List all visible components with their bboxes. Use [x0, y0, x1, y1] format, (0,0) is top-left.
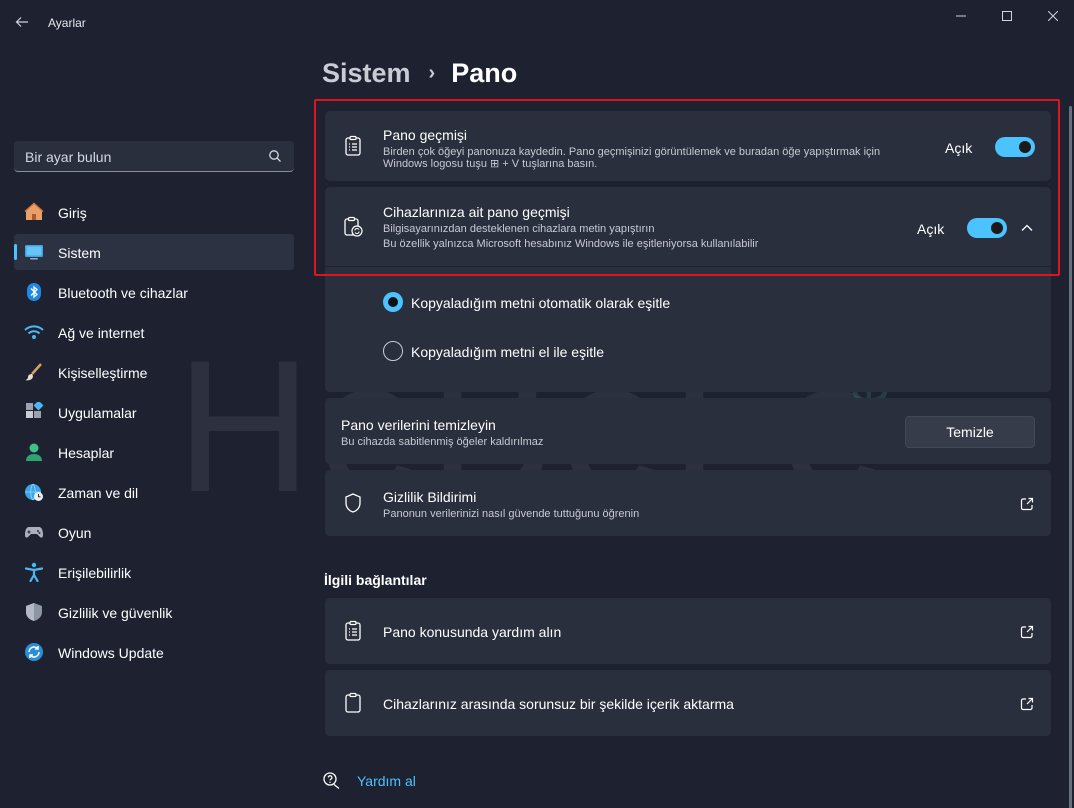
sidebar-item-label: Oyun: [58, 525, 92, 541]
maximize-button[interactable]: [984, 0, 1030, 32]
sidebar-item-label: Bluetooth ve cihazlar: [58, 285, 188, 301]
sidebar-item-apps[interactable]: Uygulamalar: [14, 394, 294, 430]
sidebar-item-label: Hesaplar: [58, 445, 115, 461]
chevron-up-icon[interactable]: [1020, 221, 1034, 235]
sidebar-item-label: Erişilebilirlik: [58, 565, 132, 581]
sidebar-item-privacy[interactable]: Gizlilik ve güvenlik: [14, 594, 294, 630]
clipboard-sync-card: Cihazlarınıza ait pano geçmişi Bilgisaya…: [325, 187, 1051, 392]
radio-auto-sync-label[interactable]: Kopyaladığım metni otomatik olarak eşitl…: [411, 295, 670, 311]
minimize-button[interactable]: [938, 0, 984, 32]
clock-globe-icon: [25, 483, 43, 501]
privacy-statement-card[interactable]: Gizlilik Bildirimi Panonun verilerinizi …: [325, 470, 1051, 536]
clear-button[interactable]: Temizle: [905, 416, 1035, 448]
radio-manual-sync[interactable]: [383, 341, 403, 361]
sidebar-item-label: Windows Update: [58, 645, 164, 661]
sidebar-item-label: Kişiselleştirme: [58, 365, 148, 381]
breadcrumb: Sistem › Pano: [322, 58, 517, 89]
clipboard-sync-title: Cihazlarınıza ait pano geçmişi: [383, 204, 570, 220]
radio-manual-sync-label[interactable]: Kopyaladığım metni el ile eşitle: [411, 344, 604, 360]
toggle-knob: [1019, 141, 1031, 153]
clipboard-list-icon: [345, 135, 361, 156]
sidebar-item-label: Uygulamalar: [58, 405, 137, 421]
clipboard-history-toggle-label: Açık: [945, 140, 973, 156]
search-icon: [269, 150, 281, 162]
clipboard-history-toggle[interactable]: [995, 137, 1035, 157]
privacy-statement-title: Gizlilik Bildirimi: [383, 489, 477, 505]
update-icon: [25, 643, 43, 661]
breadcrumb-separator: ›: [428, 62, 436, 84]
clear-clipboard-card: Pano verilerini temizleyin Bu cihazda sa…: [325, 398, 1051, 464]
bluetooth-icon: [27, 283, 41, 301]
scroll-thumb[interactable]: [1069, 106, 1072, 808]
external-link-icon: [1020, 497, 1034, 511]
close-button[interactable]: [1030, 0, 1074, 32]
sidebar-nav: Giriş Sistem Bluetooth ve cihazlar Ağ ve…: [14, 194, 294, 674]
external-link-icon: [1020, 625, 1034, 639]
shield-icon: [26, 603, 42, 621]
monitor-icon: [25, 245, 43, 260]
home-icon: [24, 202, 44, 220]
clear-clipboard-desc: Bu cihazda sabitlenmiş öğeler kaldırılma…: [341, 436, 544, 448]
card-divider: [325, 266, 1051, 267]
clipboard-history-desc-2: Windows logosu tuşu ⊞ + V tuşlarına bası…: [383, 158, 598, 170]
clipboard-icon: [345, 692, 361, 713]
person-icon: [26, 443, 42, 461]
get-help-link[interactable]: Yardım al: [357, 773, 416, 789]
sidebar-item-label: Gizlilik ve güvenlik: [58, 605, 173, 621]
sidebar-item-network[interactable]: Ağ ve internet: [14, 314, 294, 350]
brush-icon: [25, 363, 42, 381]
sidebar-item-giris[interactable]: Giriş: [14, 194, 294, 230]
related-link-help[interactable]: Pano konusunda yardım alın: [325, 598, 1051, 664]
search-placeholder: Bir ayar bulun: [25, 149, 112, 165]
sidebar-item-label: Sistem: [58, 245, 101, 261]
scrollbar[interactable]: [1069, 46, 1072, 808]
sidebar-item-label: Zaman ve dil: [58, 485, 139, 501]
related-link-label: Pano konusunda yardım alın: [383, 624, 562, 640]
clipboard-sync-icon: [344, 216, 363, 237]
shield-outline-icon: [345, 493, 361, 513]
sidebar-item-accessibility[interactable]: Erişilebilirlik: [14, 554, 294, 590]
maximize-icon: [1002, 11, 1012, 21]
sidebar-item-personalization[interactable]: Kişiselleştirme: [14, 354, 294, 390]
radio-auto-sync[interactable]: [383, 292, 403, 312]
toggle-knob: [991, 222, 1003, 234]
search-input[interactable]: Bir ayar bulun: [14, 141, 294, 172]
external-link-icon: [1020, 697, 1034, 711]
sidebar-item-sistem[interactable]: Sistem: [14, 234, 294, 270]
window-title: Ayarlar: [48, 16, 86, 30]
sidebar-item-label: Giriş: [58, 205, 87, 221]
sidebar-item-gaming[interactable]: Oyun: [14, 514, 294, 550]
gamepad-icon: [25, 527, 43, 538]
accessibility-icon: [24, 562, 44, 582]
sidebar-item-accounts[interactable]: Hesaplar: [14, 434, 294, 470]
clipboard-sync-desc-2: Bu özellik yalnızca Microsoft hesabınız …: [383, 238, 759, 250]
sidebar-item-label: Ağ ve internet: [58, 325, 145, 341]
clipboard-list-icon: [345, 620, 361, 641]
related-link-transfer[interactable]: Cihazlarınız arasında sorunsuz bir şekil…: [325, 670, 1051, 736]
related-links-heading: İlgili bağlantılar: [324, 572, 427, 588]
help-chat-icon: [323, 772, 340, 790]
breadcrumb-parent[interactable]: Sistem: [322, 58, 411, 89]
apps-icon: [26, 402, 44, 418]
sidebar-item-time-language[interactable]: Zaman ve dil: [14, 474, 294, 510]
wifi-icon: [24, 325, 44, 339]
clipboard-sync-toggle-label: Açık: [917, 221, 945, 237]
clipboard-sync-toggle[interactable]: [967, 218, 1007, 238]
arrow-left-icon: [15, 17, 28, 27]
minimize-icon: [956, 15, 966, 17]
page-title: Pano: [451, 58, 518, 88]
related-link-label: Cihazlarınız arasında sorunsuz bir şekil…: [383, 696, 734, 712]
clipboard-history-card: Pano geçmişi Birden çok öğeyi panonuza k…: [325, 111, 1051, 181]
clipboard-sync-desc-1: Bilgisayarınızdan desteklenen cihazlara …: [383, 223, 655, 235]
clear-clipboard-title: Pano verilerini temizleyin: [341, 417, 496, 433]
sidebar-item-bluetooth[interactable]: Bluetooth ve cihazlar: [14, 274, 294, 310]
clipboard-history-title: Pano geçmişi: [383, 127, 468, 143]
title-bar: Ayarlar: [0, 0, 1074, 46]
privacy-statement-desc: Panonun verilerinizi nasıl güvende tuttu…: [383, 508, 640, 520]
back-button[interactable]: [8, 8, 36, 36]
sidebar-item-windows-update[interactable]: Windows Update: [14, 634, 294, 670]
close-icon: [1048, 11, 1058, 21]
